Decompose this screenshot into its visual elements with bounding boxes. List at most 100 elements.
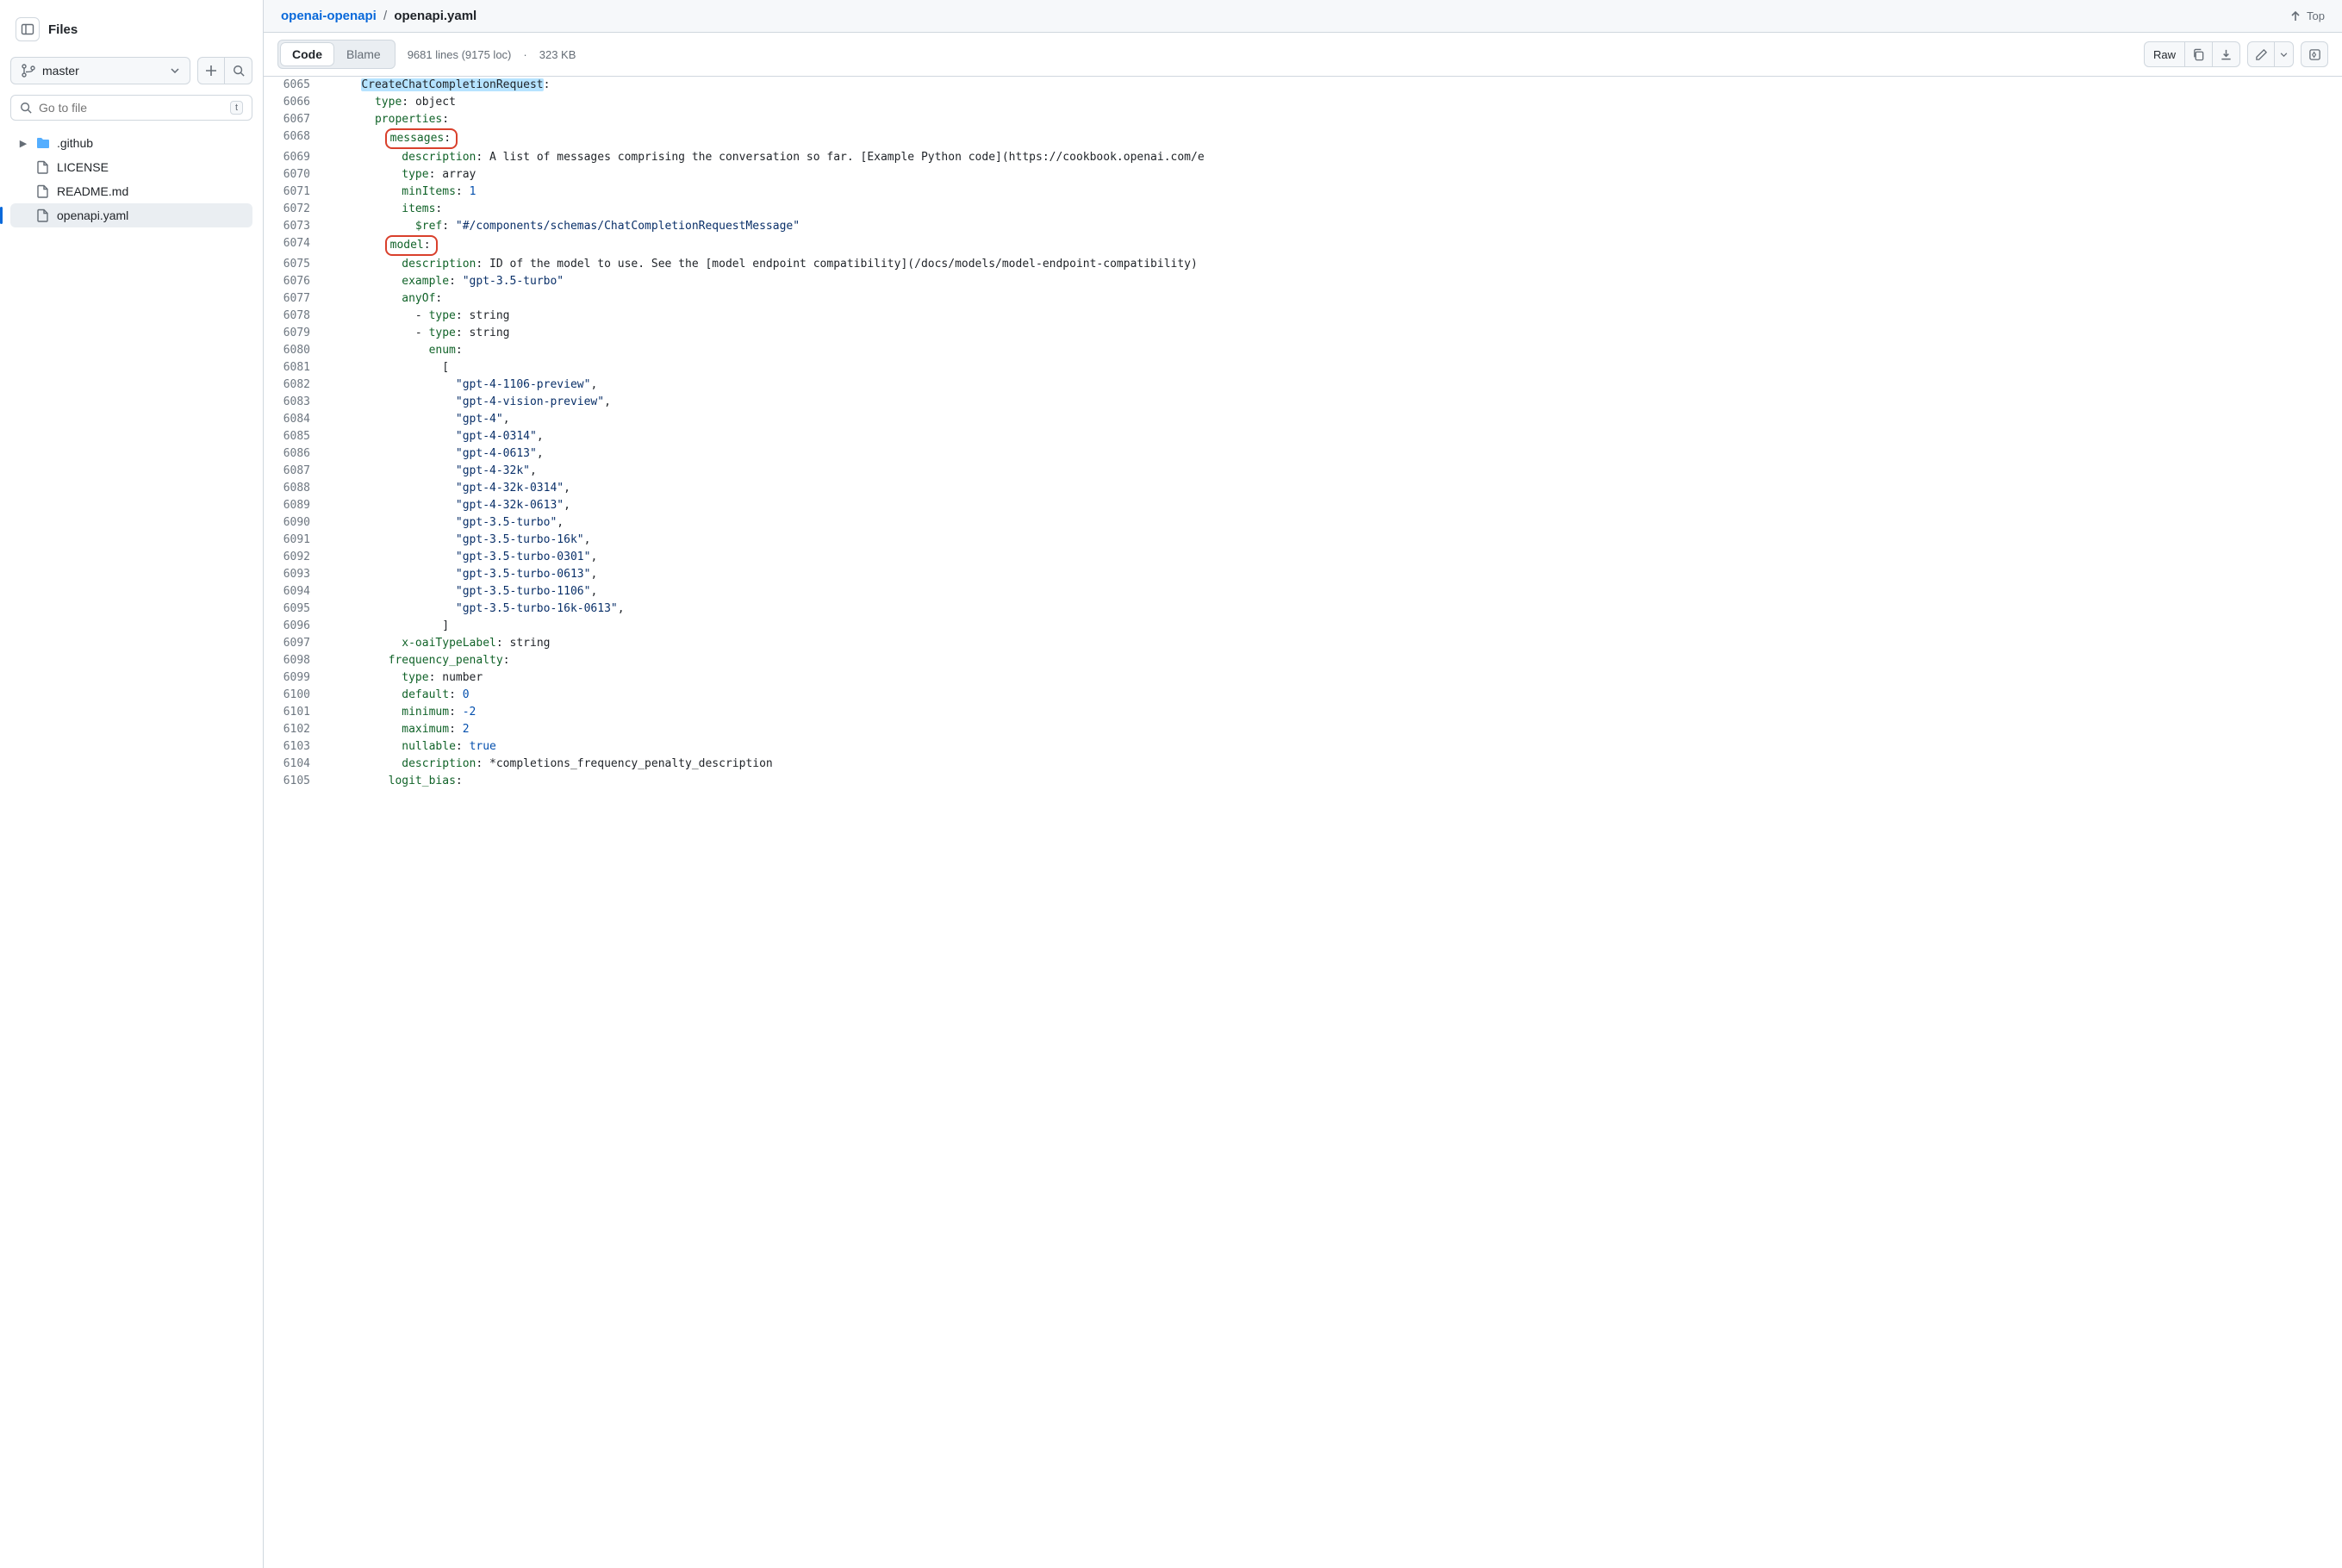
line-number[interactable]: 6081 xyxy=(264,359,326,376)
code-line[interactable]: 6087 "gpt-4-32k", xyxy=(264,463,2342,480)
code-line[interactable]: 6099 type: number xyxy=(264,669,2342,687)
code-line[interactable]: 6088 "gpt-4-32k-0314", xyxy=(264,480,2342,497)
code-line[interactable]: 6069 description: A list of messages com… xyxy=(264,149,2342,166)
code-line[interactable]: 6070 type: array xyxy=(264,166,2342,184)
breadcrumb-repo[interactable]: openai-openapi xyxy=(281,9,377,23)
line-number[interactable]: 6095 xyxy=(264,600,326,618)
line-number[interactable]: 6101 xyxy=(264,704,326,721)
line-number[interactable]: 6078 xyxy=(264,308,326,325)
line-number[interactable]: 6100 xyxy=(264,687,326,704)
line-number[interactable]: 6088 xyxy=(264,480,326,497)
code-line[interactable]: 6090 "gpt-3.5-turbo", xyxy=(264,514,2342,532)
line-number[interactable]: 6066 xyxy=(264,94,326,111)
line-number[interactable]: 6077 xyxy=(264,290,326,308)
code-line[interactable]: 6078 - type: string xyxy=(264,308,2342,325)
line-number[interactable]: 6076 xyxy=(264,273,326,290)
code-line[interactable]: 6105 logit_bias: xyxy=(264,773,2342,790)
code-line[interactable]: 6082 "gpt-4-1106-preview", xyxy=(264,376,2342,394)
code-line[interactable]: 6066 type: object xyxy=(264,94,2342,111)
line-number[interactable]: 6085 xyxy=(264,428,326,445)
code-line[interactable]: 6100 default: 0 xyxy=(264,687,2342,704)
tab-code[interactable]: Code xyxy=(280,42,334,66)
sidebar-toggle-icon[interactable] xyxy=(16,17,40,41)
code-line[interactable]: 6098 frequency_penalty: xyxy=(264,652,2342,669)
tab-blame[interactable]: Blame xyxy=(334,42,393,66)
tree-item-openapi-yaml[interactable]: openapi.yaml xyxy=(10,203,252,227)
code-line[interactable]: 6094 "gpt-3.5-turbo-1106", xyxy=(264,583,2342,600)
code-line[interactable]: 6074 model: xyxy=(264,235,2342,256)
code-line[interactable]: 6086 "gpt-4-0613", xyxy=(264,445,2342,463)
code-line[interactable]: 6102 maximum: 2 xyxy=(264,721,2342,738)
code-line[interactable]: 6068 messages: xyxy=(264,128,2342,149)
line-number[interactable]: 6075 xyxy=(264,256,326,273)
code-line[interactable]: 6097 x-oaiTypeLabel: string xyxy=(264,635,2342,652)
code-line[interactable]: 6080 enum: xyxy=(264,342,2342,359)
line-number[interactable]: 6104 xyxy=(264,756,326,773)
line-number[interactable]: 6068 xyxy=(264,128,326,149)
code-line[interactable]: 6065 CreateChatCompletionRequest: xyxy=(264,77,2342,94)
code-line[interactable]: 6101 minimum: -2 xyxy=(264,704,2342,721)
code-line[interactable]: 6092 "gpt-3.5-turbo-0301", xyxy=(264,549,2342,566)
line-number[interactable]: 6067 xyxy=(264,111,326,128)
line-number[interactable]: 6089 xyxy=(264,497,326,514)
line-number[interactable]: 6094 xyxy=(264,583,326,600)
code-line[interactable]: 6084 "gpt-4", xyxy=(264,411,2342,428)
line-number[interactable]: 6069 xyxy=(264,149,326,166)
code-line[interactable]: 6095 "gpt-3.5-turbo-16k-0613", xyxy=(264,600,2342,618)
line-number[interactable]: 6083 xyxy=(264,394,326,411)
code-line[interactable]: 6077 anyOf: xyxy=(264,290,2342,308)
code-view[interactable]: 6065 CreateChatCompletionRequest:6066 ty… xyxy=(264,77,2342,1568)
code-line[interactable]: 6083 "gpt-4-vision-preview", xyxy=(264,394,2342,411)
line-number[interactable]: 6091 xyxy=(264,532,326,549)
code-line[interactable]: 6104 description: *completions_frequency… xyxy=(264,756,2342,773)
line-number[interactable]: 6090 xyxy=(264,514,326,532)
line-number[interactable]: 6105 xyxy=(264,773,326,790)
search-button[interactable] xyxy=(225,57,252,84)
code-line[interactable]: 6072 items: xyxy=(264,201,2342,218)
code-line[interactable]: 6076 example: "gpt-3.5-turbo" xyxy=(264,273,2342,290)
code-line[interactable]: 6073 $ref: "#/components/schemas/ChatCom… xyxy=(264,218,2342,235)
line-number[interactable]: 6065 xyxy=(264,77,326,94)
line-number[interactable]: 6071 xyxy=(264,184,326,201)
code-line[interactable]: 6096 ] xyxy=(264,618,2342,635)
code-line[interactable]: 6075 description: ID of the model to use… xyxy=(264,256,2342,273)
code-line[interactable]: 6067 properties: xyxy=(264,111,2342,128)
tree-item-README-md[interactable]: README.md xyxy=(10,179,252,203)
line-number[interactable]: 6093 xyxy=(264,566,326,583)
tree-item--github[interactable]: ▶.github xyxy=(10,131,252,155)
edit-button[interactable] xyxy=(2247,41,2275,67)
branch-select[interactable]: master xyxy=(10,57,190,84)
line-number[interactable]: 6074 xyxy=(264,235,326,256)
tree-item-LICENSE[interactable]: LICENSE xyxy=(10,155,252,179)
line-number[interactable]: 6079 xyxy=(264,325,326,342)
download-button[interactable] xyxy=(2213,41,2240,67)
line-number[interactable]: 6092 xyxy=(264,549,326,566)
scroll-top-button[interactable]: Top xyxy=(2289,9,2325,22)
code-line[interactable]: 6093 "gpt-3.5-turbo-0613", xyxy=(264,566,2342,583)
line-number[interactable]: 6072 xyxy=(264,201,326,218)
line-number[interactable]: 6073 xyxy=(264,218,326,235)
line-number[interactable]: 6084 xyxy=(264,411,326,428)
code-line[interactable]: 6071 minItems: 1 xyxy=(264,184,2342,201)
line-number[interactable]: 6080 xyxy=(264,342,326,359)
code-line[interactable]: 6081 [ xyxy=(264,359,2342,376)
line-number[interactable]: 6102 xyxy=(264,721,326,738)
code-line[interactable]: 6103 nullable: true xyxy=(264,738,2342,756)
raw-button[interactable]: Raw xyxy=(2144,41,2185,67)
line-number[interactable]: 6098 xyxy=(264,652,326,669)
code-line[interactable]: 6091 "gpt-3.5-turbo-16k", xyxy=(264,532,2342,549)
add-file-button[interactable] xyxy=(197,57,225,84)
edit-menu-button[interactable] xyxy=(2275,41,2294,67)
line-number[interactable]: 6103 xyxy=(264,738,326,756)
copy-button[interactable] xyxy=(2185,41,2213,67)
line-number[interactable]: 6087 xyxy=(264,463,326,480)
line-number[interactable]: 6096 xyxy=(264,618,326,635)
line-number[interactable]: 6097 xyxy=(264,635,326,652)
code-line[interactable]: 6085 "gpt-4-0314", xyxy=(264,428,2342,445)
code-line[interactable]: 6079 - type: string xyxy=(264,325,2342,342)
line-number[interactable]: 6099 xyxy=(264,669,326,687)
line-number[interactable]: 6070 xyxy=(264,166,326,184)
line-number[interactable]: 6082 xyxy=(264,376,326,394)
file-filter-input[interactable] xyxy=(39,101,223,115)
file-filter[interactable]: t xyxy=(10,95,252,121)
